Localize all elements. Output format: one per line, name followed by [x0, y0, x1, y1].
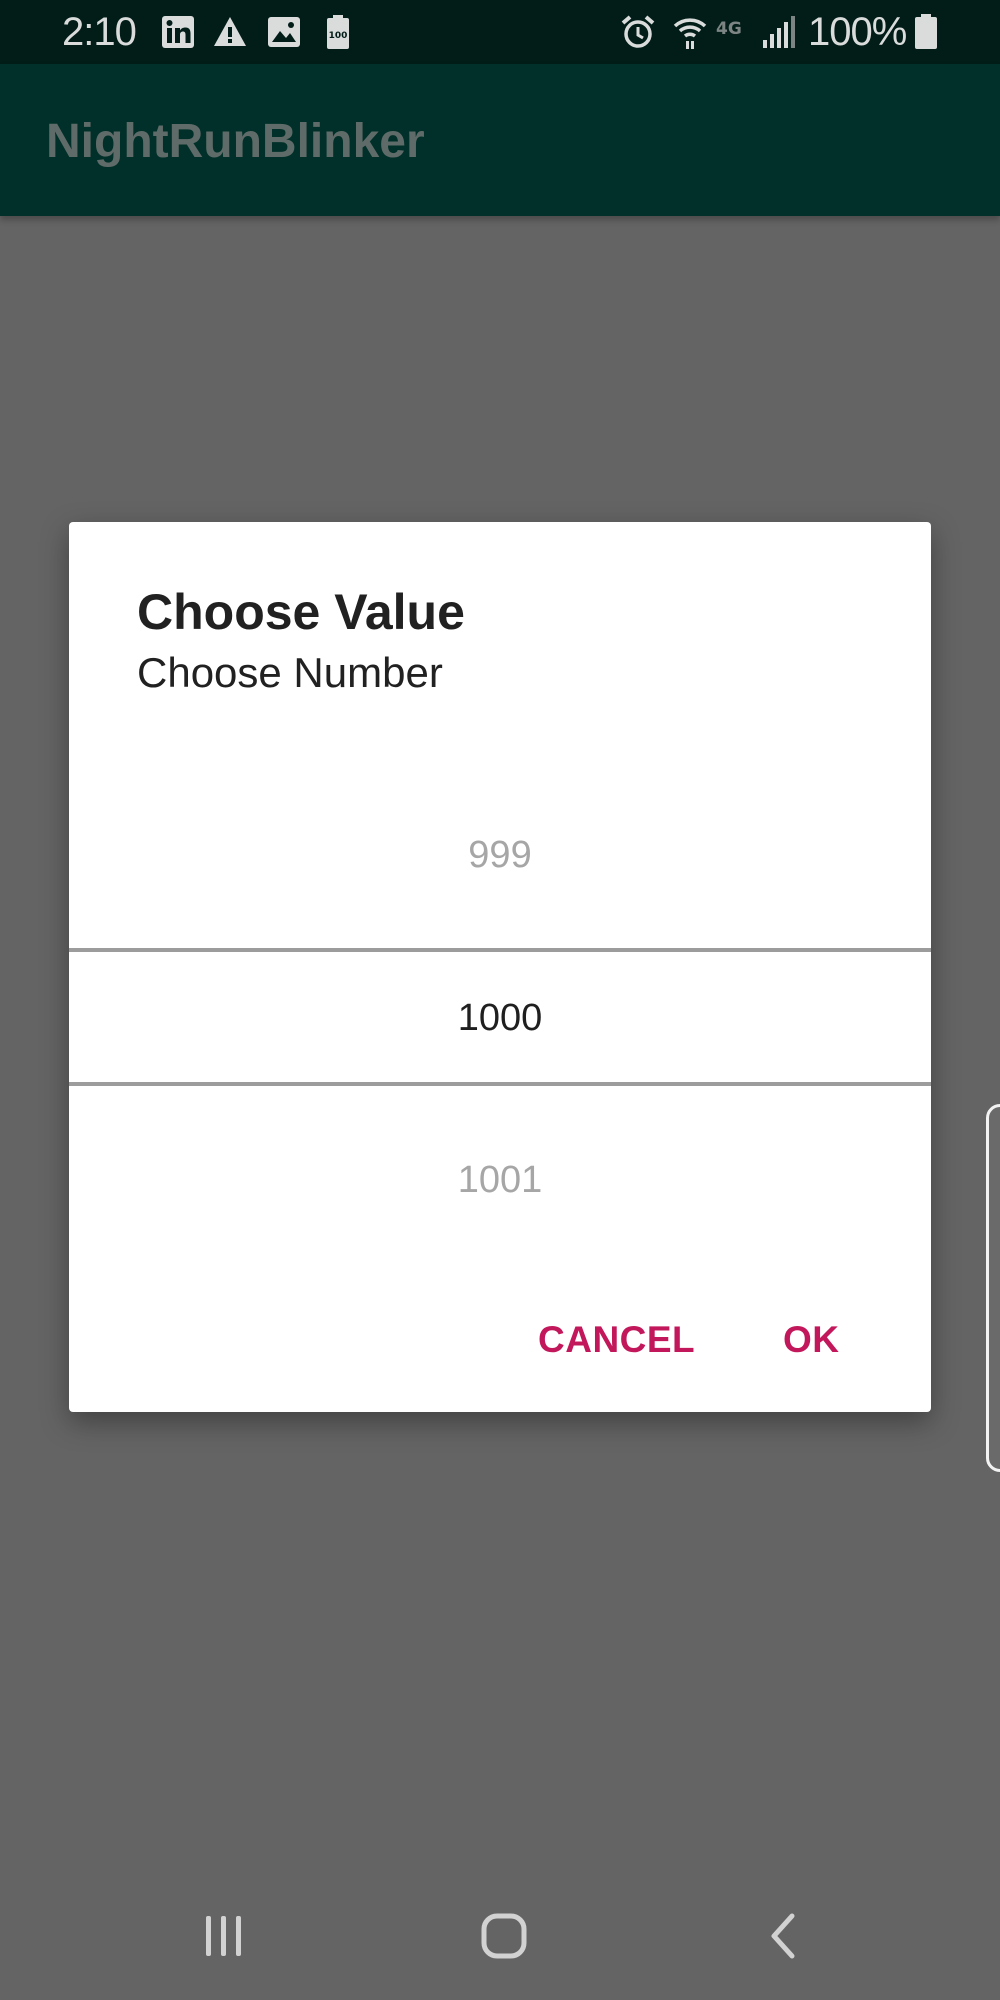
status-bar: 2:10 100 4G 100% — [0, 0, 1000, 64]
network-label: 4G — [716, 19, 742, 39]
ok-button[interactable]: OK — [767, 1294, 856, 1386]
back-icon[interactable] — [744, 1896, 824, 1976]
number-picker-dialog: Choose Value Choose Number 999 1000 1001… — [69, 522, 931, 1412]
app-bar: NightRunBlinker — [0, 64, 1000, 216]
app-title: NightRunBlinker — [46, 115, 425, 168]
picker-previous-value[interactable]: 999 — [69, 832, 931, 878]
status-time: 2:10 — [62, 10, 137, 54]
recents-icon[interactable] — [184, 1896, 264, 1976]
4g-icon: 4G — [716, 14, 760, 50]
picker-current-value[interactable]: 1000 — [69, 995, 931, 1041]
picker-divider-top — [69, 948, 931, 952]
cancel-button[interactable]: CANCEL — [522, 1294, 711, 1386]
wifi-icon — [672, 14, 708, 50]
battery-saver-label: 100 — [329, 31, 348, 41]
battery-icon — [912, 14, 940, 50]
battery-saver-icon: 100 — [320, 14, 356, 50]
warning-icon — [212, 14, 248, 50]
picker-divider-bottom — [69, 1082, 931, 1086]
navigation-bar — [0, 1872, 1000, 2000]
image-icon — [266, 14, 302, 50]
picker-next-value[interactable]: 1001 — [69, 1157, 931, 1203]
home-icon[interactable] — [464, 1896, 544, 1976]
dialog-title: Choose Value — [137, 584, 465, 640]
alarm-icon — [620, 14, 656, 50]
battery-percent: 100% — [808, 10, 907, 54]
signal-icon — [760, 14, 796, 50]
dialog-subtitle: Choose Number — [137, 649, 443, 696]
linkedin-icon — [160, 14, 196, 50]
edge-panel-handle[interactable] — [986, 1104, 1000, 1472]
